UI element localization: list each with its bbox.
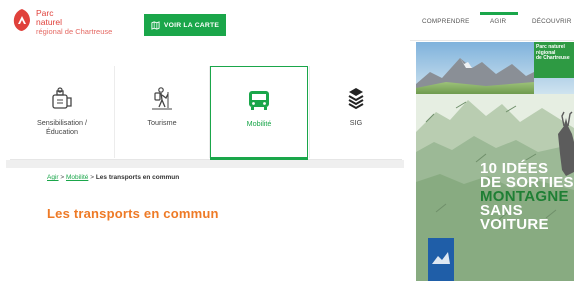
top-navigation: COMPRENDRE AGIR DÉCOUVRIR	[410, 10, 574, 41]
category-sensibilisation[interactable]: Sensibilisation / Éducation	[10, 66, 114, 160]
brochure-headline: 10 IDÉES DE SORTIES MONTAGNE SANS VOITUR…	[480, 161, 574, 233]
menu-shadow	[6, 160, 404, 168]
bus-icon	[249, 91, 269, 110]
brochure-line-5: VOITURE	[480, 216, 549, 233]
brochure-badge: Parc naturel régional de Chartreuse	[536, 44, 574, 62]
category-tourisme[interactable]: Tourisme	[115, 66, 209, 160]
breadcrumb-separator: >	[60, 174, 65, 181]
category-sig[interactable]: SIG	[310, 66, 402, 160]
park-logo-icon	[13, 9, 30, 31]
view-map-label: VOIR LA CARTE	[163, 21, 220, 29]
page-title: Les transports en commun	[47, 206, 219, 221]
breadcrumb-separator: >	[90, 174, 94, 181]
category-label-line-2: Éducation	[46, 127, 78, 136]
layers-icon	[348, 88, 364, 110]
park-logo[interactable]: Parc naturel régional de Chartreuse	[12, 8, 132, 40]
breadcrumb: Agir > Mobilité > Les transports en comm…	[47, 174, 179, 181]
category-label: SIG	[349, 118, 363, 127]
nav-active-indicator	[480, 12, 518, 15]
nav-agir[interactable]: AGIR	[490, 18, 506, 25]
logo-line-2: naturel	[36, 17, 62, 27]
category-label: Sensibilisation /	[37, 118, 87, 127]
hiker-icon	[152, 87, 172, 110]
map-icon	[151, 20, 160, 30]
category-label: Mobilité	[246, 119, 272, 128]
category-mobilite[interactable]: Mobilité	[210, 66, 308, 160]
breadcrumb-mobilite[interactable]: Mobilité	[66, 174, 88, 181]
category-menu: Sensibilisation / Éducation Tourisme Mob…	[10, 66, 402, 160]
breadcrumb-agir[interactable]: Agir	[47, 174, 59, 181]
nav-decouvrir[interactable]: DÉCOUVRIR	[532, 18, 572, 25]
nav-comprendre[interactable]: COMPRENDRE	[422, 18, 469, 25]
category-label: Tourisme	[147, 118, 177, 127]
nav-divider	[410, 40, 574, 41]
logo-line-3: régional de Chartreuse	[36, 27, 113, 36]
breadcrumb-current: Les transports en commun	[95, 174, 180, 181]
view-map-button[interactable]: VOIR LA CARTE	[144, 14, 226, 36]
sorties-brochure[interactable]: Parc naturel régional de Chartreuse 10 I…	[416, 42, 574, 281]
kit-icon	[52, 87, 72, 109]
brochure-badge-line-3: de Chartreuse	[536, 55, 570, 62]
